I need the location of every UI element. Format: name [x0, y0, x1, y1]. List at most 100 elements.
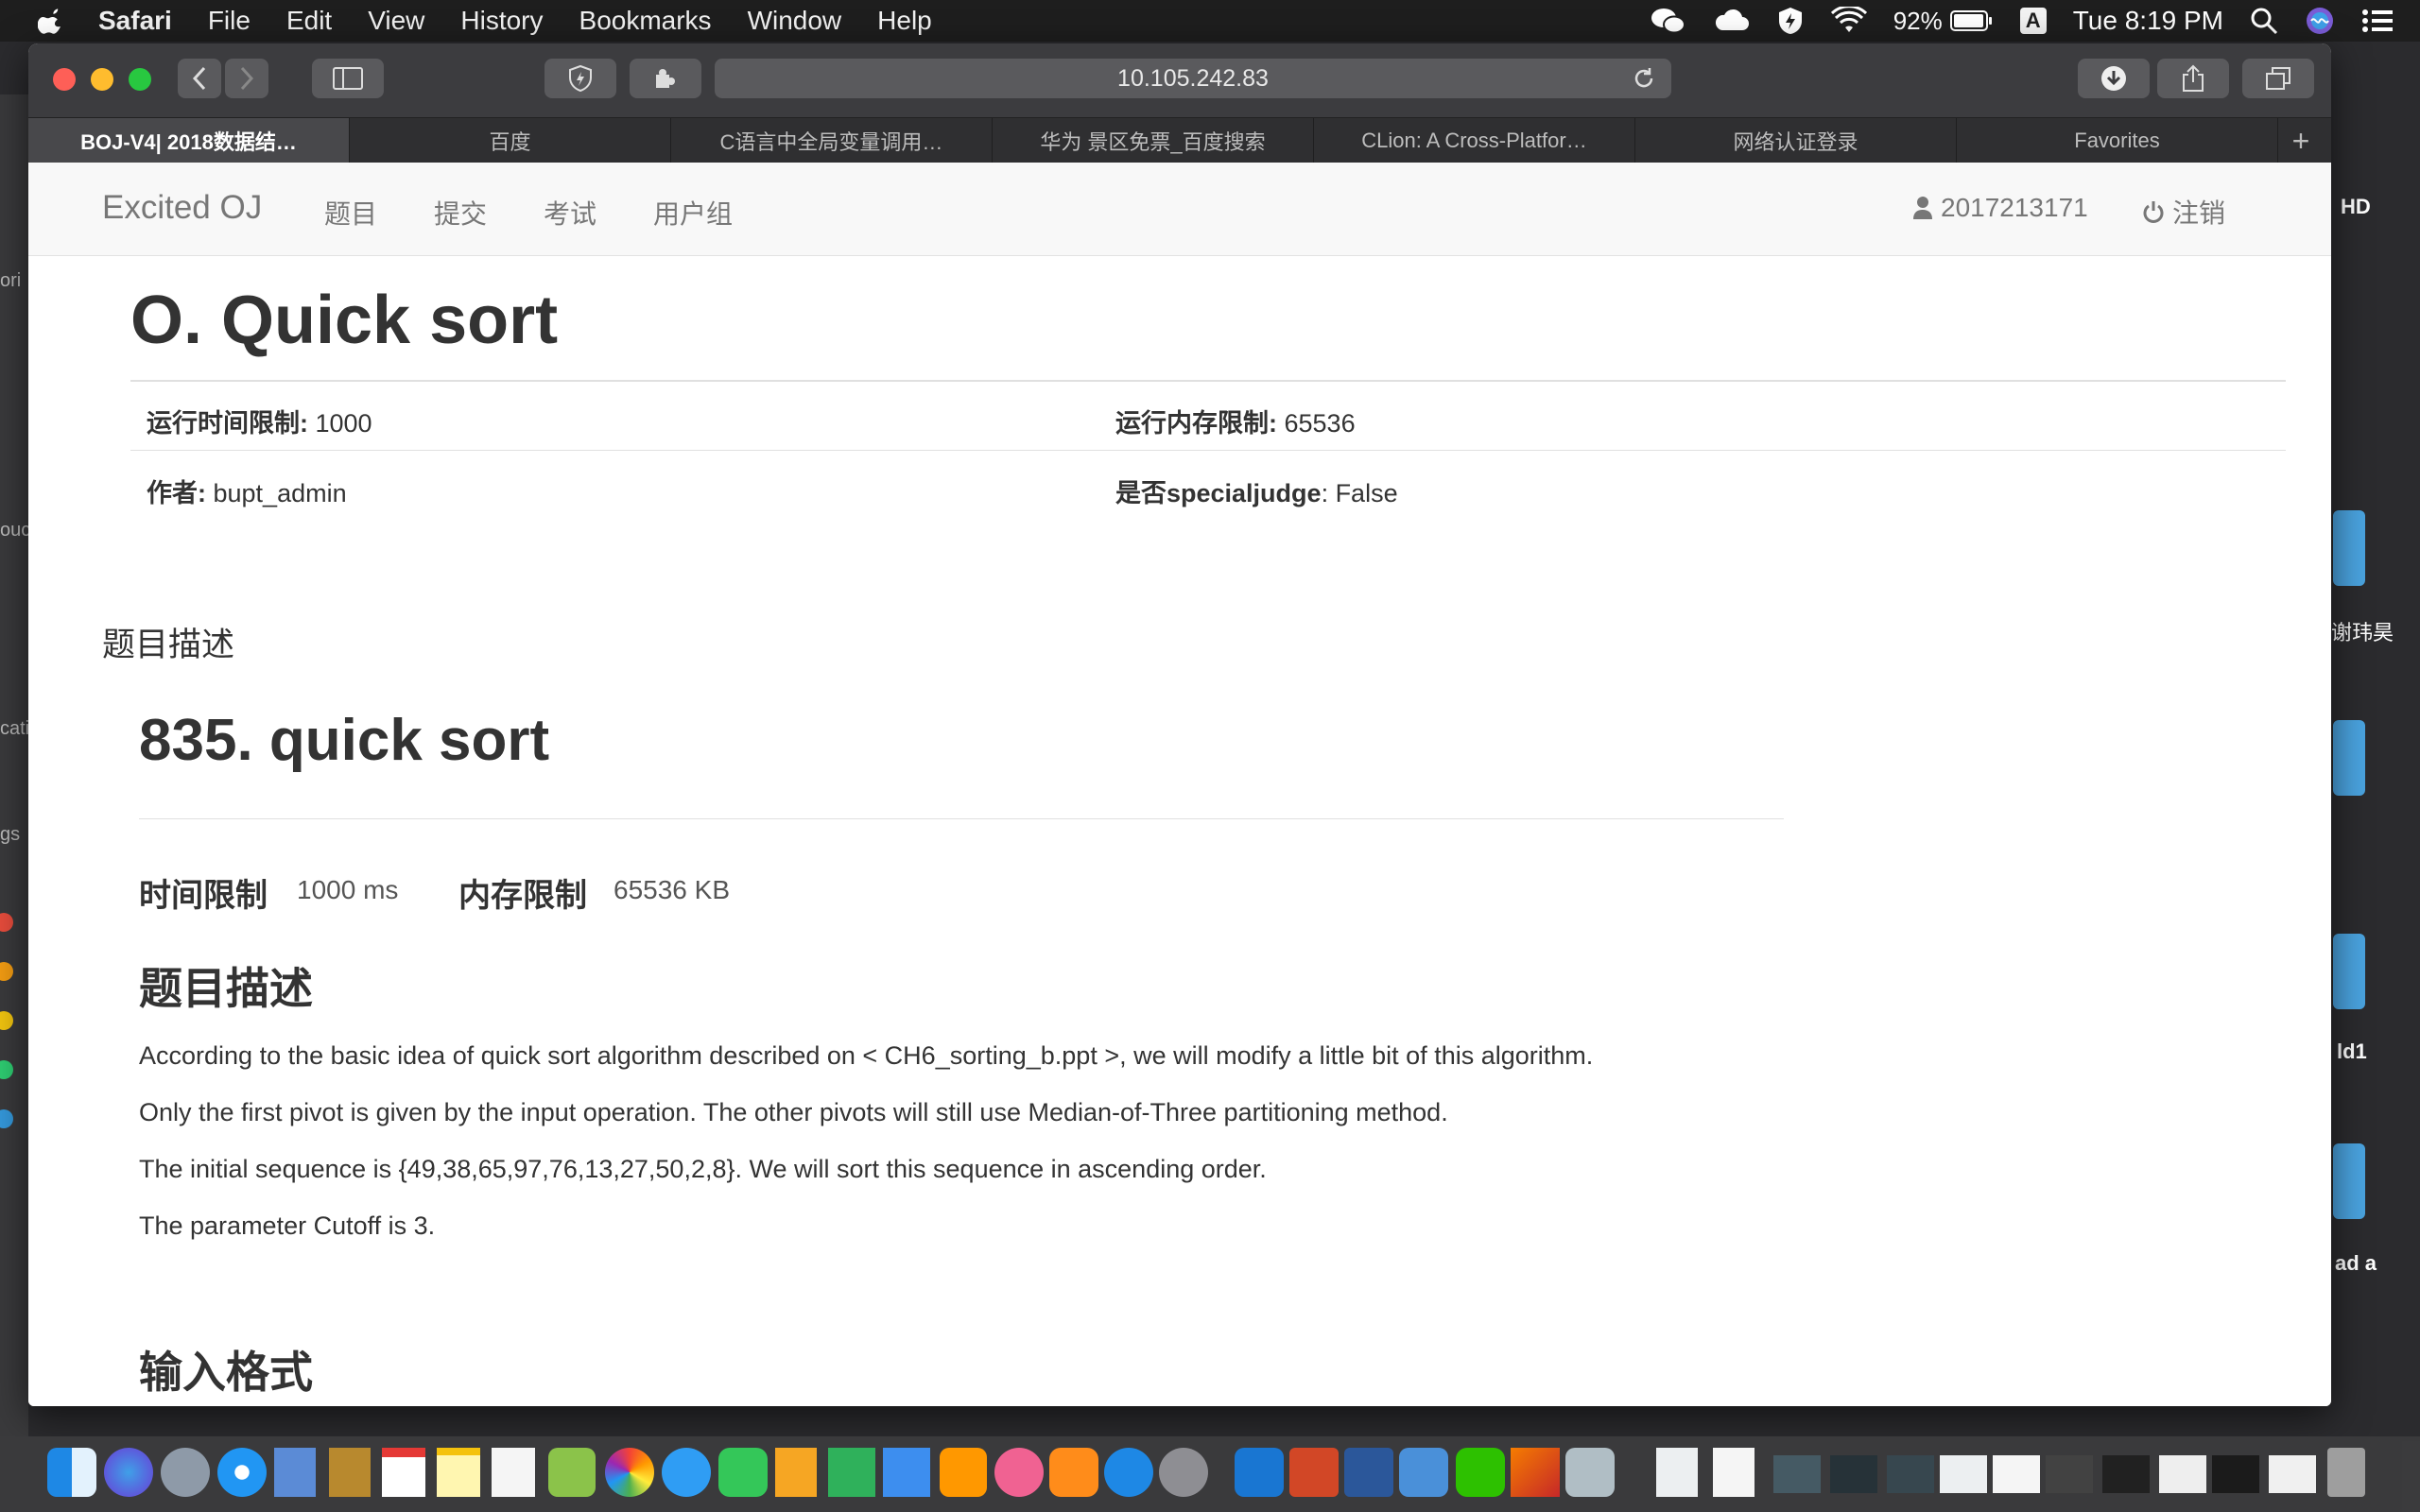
tab-huawei-search[interactable]: 华为 景区免票_百度搜索: [993, 118, 1314, 163]
logout-label: 注销: [2172, 198, 2226, 228]
menu-edit[interactable]: Edit: [286, 6, 332, 36]
xcode-dock-icon[interactable]: [1235, 1448, 1284, 1497]
keynote-dock-icon[interactable]: [883, 1448, 930, 1497]
share-icon: [2183, 64, 2204, 92]
nav-exams[interactable]: 考试: [544, 194, 596, 232]
desktop-file-icon[interactable]: [2333, 510, 2365, 586]
address-bar[interactable]: 10.105.242.83: [715, 59, 1671, 98]
downloads-button[interactable]: [2078, 59, 2150, 98]
window-thumbnail-dock-icon[interactable]: [1887, 1455, 1934, 1493]
facetime-dock-icon[interactable]: [718, 1448, 768, 1497]
photos-dock-icon[interactable]: [605, 1448, 654, 1497]
input-source-badge[interactable]: A: [2019, 8, 2047, 34]
menu-bookmarks[interactable]: Bookmarks: [579, 6, 712, 36]
desktop-file-icon[interactable]: [2333, 720, 2365, 796]
reload-icon[interactable]: [1632, 66, 1656, 91]
clock[interactable]: Tue 8:19 PM: [2073, 6, 2223, 36]
new-tab-button[interactable]: +: [2278, 118, 2324, 163]
menu-help[interactable]: Help: [877, 6, 932, 36]
sidebar-toggle-button[interactable]: [312, 59, 384, 98]
window-thumbnail-dock-icon[interactable]: [1830, 1455, 1877, 1493]
battery-indicator[interactable]: 92%: [1893, 7, 1994, 36]
wechat-dock-icon[interactable]: [1456, 1448, 1505, 1497]
siri-icon[interactable]: [2305, 6, 2335, 36]
extension-button[interactable]: [630, 59, 701, 98]
launchpad-dock-icon[interactable]: [161, 1448, 210, 1497]
messages-dock-icon[interactable]: [662, 1448, 711, 1497]
menu-view[interactable]: View: [368, 6, 424, 36]
trash-dock-icon[interactable]: [2327, 1448, 2365, 1497]
user-menu[interactable]: 2017213171: [1912, 193, 2088, 223]
share-button[interactable]: [2157, 59, 2229, 98]
reminders-dock-icon[interactable]: [492, 1448, 535, 1497]
powerpoint-dock-icon[interactable]: [1289, 1448, 1339, 1497]
close-window-button[interactable]: [53, 68, 76, 91]
safari-toolbar: 10.105.242.83: [28, 43, 2331, 117]
menu-file[interactable]: File: [208, 6, 251, 36]
system-preferences-dock-icon[interactable]: [1159, 1448, 1208, 1497]
notes-dock-icon[interactable]: [437, 1448, 480, 1497]
nav-submissions[interactable]: 提交: [434, 194, 487, 232]
window-thumbnail-dock-icon[interactable]: [2159, 1455, 2206, 1493]
tab-clion[interactable]: CLion: A Cross-Platfor…: [1314, 118, 1635, 163]
notification-center-icon[interactable]: [2361, 8, 2394, 34]
window-thumbnail-dock-icon[interactable]: [1773, 1455, 1821, 1493]
tab-network-login[interactable]: 网络认证登录: [1635, 118, 1957, 163]
finder-dock-icon[interactable]: [47, 1448, 96, 1497]
forward-button[interactable]: [225, 59, 268, 98]
window-thumbnail-dock-icon[interactable]: [2102, 1455, 2150, 1493]
desktop-file-icon[interactable]: [2333, 934, 2365, 1009]
pages-dock-icon[interactable]: [775, 1448, 817, 1497]
menu-history[interactable]: History: [460, 6, 543, 36]
window-thumbnail-dock-icon[interactable]: [1993, 1455, 2040, 1493]
shield-status-icon[interactable]: [1776, 6, 1805, 36]
tab-baidu[interactable]: 百度: [350, 118, 671, 163]
special-judge-value: : False: [1321, 479, 1398, 507]
safari-dock-icon[interactable]: [217, 1448, 267, 1497]
wechat-status-icon[interactable]: [1650, 7, 1687, 35]
window-thumbnail-dock-icon[interactable]: [2212, 1455, 2259, 1493]
itunes-dock-icon[interactable]: [994, 1448, 1044, 1497]
spotlight-search-icon[interactable]: [2250, 7, 2278, 35]
privacy-extension-button[interactable]: [544, 59, 616, 98]
back-button[interactable]: [178, 59, 221, 98]
tab-favorites[interactable]: Favorites: [1957, 118, 2278, 163]
logout-link[interactable]: 注销: [2142, 193, 2225, 231]
nav-groups[interactable]: 用户组: [653, 194, 733, 232]
tab-c-global-var[interactable]: C语言中全局变量调用…: [671, 118, 993, 163]
disk-utility-dock-icon[interactable]: [1565, 1448, 1615, 1497]
desktop-label: HD: [2341, 195, 2371, 218]
maps-dock-icon[interactable]: [548, 1448, 596, 1497]
maximize-window-button[interactable]: [129, 68, 151, 91]
nav-problems[interactable]: 题目: [324, 194, 377, 232]
books-dock-icon[interactable]: [1049, 1448, 1098, 1497]
word-dock-icon[interactable]: [1344, 1448, 1393, 1497]
desktop-file-icon[interactable]: [2333, 1143, 2365, 1219]
app-store-dock-icon[interactable]: [1104, 1448, 1153, 1497]
menu-app-safari[interactable]: Safari: [98, 6, 172, 36]
site-brand[interactable]: Excited OJ: [102, 189, 262, 227]
quicktime-dock-icon[interactable]: [1399, 1448, 1448, 1497]
downloads-stack-dock-icon[interactable]: [1656, 1448, 1698, 1497]
wifi-icon[interactable]: [1830, 7, 1867, 35]
chevron-right-icon: [240, 66, 254, 91]
numbers-dock-icon[interactable]: [828, 1448, 875, 1497]
minimize-window-button[interactable]: [91, 68, 113, 91]
matlab-dock-icon[interactable]: [1511, 1448, 1560, 1497]
notes-book-dock-icon[interactable]: [329, 1448, 371, 1497]
menu-window[interactable]: Window: [748, 6, 842, 36]
sublime-dock-icon[interactable]: [940, 1448, 987, 1497]
siri-dock-icon[interactable]: [104, 1448, 153, 1497]
window-thumbnail-dock-icon[interactable]: [2269, 1455, 2316, 1493]
window-thumbnail-dock-icon[interactable]: [2046, 1455, 2093, 1493]
apple-icon[interactable]: [38, 7, 66, 35]
finder-label: gs: [0, 824, 21, 845]
user-icon: [1913, 197, 1932, 219]
preview-dock-icon[interactable]: [274, 1448, 316, 1497]
tab-boj[interactable]: BOJ-V4| 2018数据结…: [28, 118, 350, 163]
window-thumbnail-dock-icon[interactable]: [1940, 1455, 1987, 1493]
cloud-icon[interactable]: [1714, 8, 1750, 34]
calendar-dock-icon[interactable]: [382, 1448, 425, 1497]
document-dock-icon[interactable]: [1713, 1448, 1754, 1497]
tab-overview-button[interactable]: [2242, 59, 2314, 98]
